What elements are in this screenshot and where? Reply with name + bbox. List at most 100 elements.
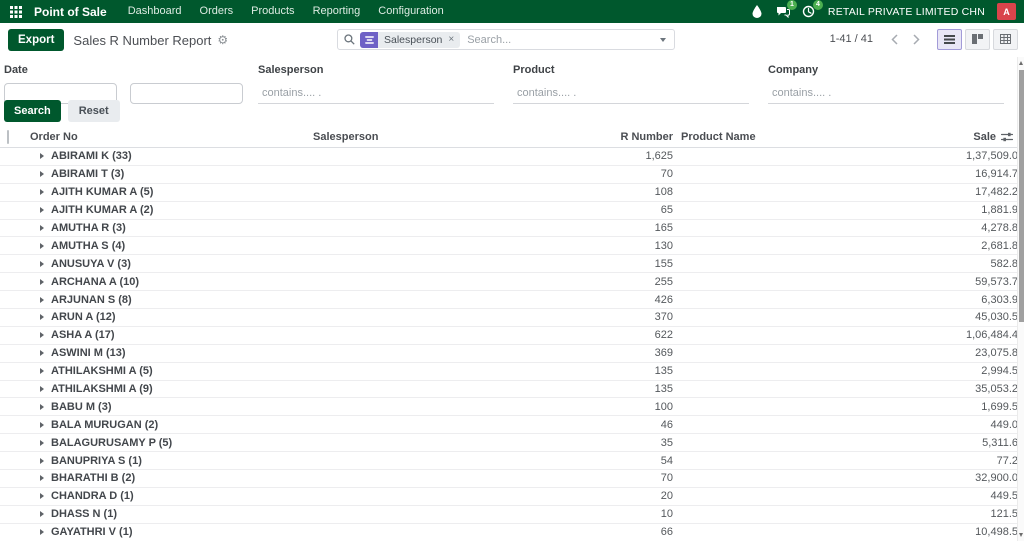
company-input[interactable] xyxy=(768,83,1004,104)
expand-caret-icon[interactable] xyxy=(40,386,44,393)
company-switcher[interactable]: RETAIL PRIVATE LIMITED CHN xyxy=(828,6,985,18)
expand-caret-icon[interactable] xyxy=(40,457,44,464)
menu-configuration[interactable]: Configuration xyxy=(369,0,452,23)
expand-caret-icon[interactable] xyxy=(40,332,44,339)
app-name[interactable]: Point of Sale xyxy=(26,5,119,19)
menu-products[interactable]: Products xyxy=(242,0,303,23)
column-salesperson[interactable]: Salesperson xyxy=(313,131,513,143)
expand-caret-icon[interactable] xyxy=(40,153,44,160)
select-all-checkbox[interactable] xyxy=(7,129,9,144)
table-row[interactable]: BHARATHI B (2) 70 32,900.0 xyxy=(0,470,1024,488)
pivot-view-button[interactable] xyxy=(993,28,1018,50)
expand-caret-icon[interactable] xyxy=(40,225,44,231)
expand-caret-icon[interactable] xyxy=(40,278,44,285)
messages-badge: 1 xyxy=(786,0,797,10)
filter-product: Product xyxy=(513,64,749,104)
group-name: BANUPRIYA S (1) xyxy=(51,454,142,467)
expand-caret-icon[interactable] xyxy=(40,171,44,178)
table-row[interactable]: ARJUNAN S (8) 426 6,303.9 xyxy=(0,291,1024,310)
search-input[interactable]: Search... xyxy=(467,34,652,46)
menu-reporting[interactable]: Reporting xyxy=(304,0,370,23)
group-name: BHARATHI B (2) xyxy=(51,472,136,485)
column-sale[interactable]: Sale xyxy=(973,131,996,143)
expand-caret-icon[interactable] xyxy=(40,189,44,196)
expand-caret-icon[interactable] xyxy=(40,493,44,500)
group-r-number: 135 xyxy=(654,383,673,396)
expand-caret-icon[interactable] xyxy=(40,439,44,446)
group-name: ARCHANA A (10) xyxy=(51,275,139,288)
group-sale: 17,482.2 xyxy=(975,186,1018,199)
vertical-scrollbar[interactable] xyxy=(1017,57,1024,541)
table-row[interactable]: AMUTHA S (4) 130 2,681.8 xyxy=(0,237,1024,256)
apps-grid-icon[interactable] xyxy=(6,0,26,23)
expand-caret-icon[interactable] xyxy=(40,207,44,214)
menu-orders[interactable]: Orders xyxy=(191,0,243,23)
droplet-icon[interactable] xyxy=(750,5,764,19)
expand-caret-icon[interactable] xyxy=(40,475,44,482)
messages-icon[interactable]: 1 xyxy=(776,0,797,19)
menu-dashboard[interactable]: Dashboard xyxy=(119,0,191,23)
date-to-input[interactable] xyxy=(130,83,244,104)
adjust-columns-icon[interactable] xyxy=(1001,132,1013,142)
table-row[interactable]: AMUTHA R (3) 165 4,278.8 xyxy=(0,219,1024,238)
group-sale: 45,030.5 xyxy=(975,311,1018,324)
export-button[interactable]: Export xyxy=(8,29,65,51)
table-row[interactable]: ARUN A (12) 370 45,030.5 xyxy=(0,309,1024,327)
group-name: BALA MURUGAN (2) xyxy=(51,418,159,431)
table-row[interactable]: ASHA A (17) 622 1,06,484.4 xyxy=(0,326,1024,345)
expand-caret-icon[interactable] xyxy=(40,242,44,249)
gear-icon[interactable]: ⚙ xyxy=(217,33,228,47)
table-row[interactable]: GAYATHRI V (1) 66 10,498.5 xyxy=(0,523,1024,541)
scroll-up-arrow-icon[interactable] xyxy=(1019,61,1023,65)
table-row[interactable]: BALAGURUSAMY P (5) 35 5,311.6 xyxy=(0,434,1024,453)
user-avatar[interactable]: A xyxy=(997,3,1016,20)
expand-caret-icon[interactable] xyxy=(40,511,44,518)
table-row[interactable]: ARCHANA A (10) 255 59,573.7 xyxy=(0,273,1024,292)
table-row[interactable]: BANUPRIYA S (1) 54 77.2 xyxy=(0,452,1024,471)
search-button[interactable]: Search xyxy=(4,100,61,122)
expand-caret-icon[interactable] xyxy=(40,368,44,375)
scrollbar-thumb[interactable] xyxy=(1019,70,1024,322)
filter-panel: Date Salesperson Product Company Search … xyxy=(0,57,1024,126)
list-view-button[interactable] xyxy=(937,28,962,50)
group-sale: 1,06,484.4 xyxy=(966,329,1018,342)
group-r-number: 35 xyxy=(660,436,673,449)
table-row[interactable]: DHASS N (1) 10 121.5 xyxy=(0,505,1024,524)
group-sale: 10,498.5 xyxy=(975,526,1018,539)
column-r-number[interactable]: R Number xyxy=(513,131,673,143)
pager-previous-button[interactable] xyxy=(883,28,905,50)
expand-caret-icon[interactable] xyxy=(40,260,44,267)
salesperson-input[interactable] xyxy=(258,83,494,104)
table-row[interactable]: ABIRAMI K (33) 1,625 1,37,509.0 xyxy=(0,148,1024,166)
group-name: CHANDRA D (1) xyxy=(51,490,134,503)
table-row[interactable]: ASWINI M (13) 369 23,075.8 xyxy=(0,344,1024,363)
expand-caret-icon[interactable] xyxy=(40,529,44,536)
table-row[interactable]: AJITH KUMAR A (2) 65 1,881.9 xyxy=(0,201,1024,220)
expand-caret-icon[interactable] xyxy=(40,314,44,321)
groupby-facet[interactable]: Salesperson × xyxy=(360,31,461,48)
expand-caret-icon[interactable] xyxy=(40,421,44,428)
table-row[interactable]: BABU M (3) 100 1,699.5 xyxy=(0,398,1024,417)
table-row[interactable]: BALA MURUGAN (2) 46 449.0 xyxy=(0,416,1024,435)
expand-caret-icon[interactable] xyxy=(40,403,44,410)
expand-caret-icon[interactable] xyxy=(40,296,44,303)
column-product-name[interactable]: Product Name xyxy=(673,131,853,143)
reset-button[interactable]: Reset xyxy=(67,100,120,122)
facet-remove-icon[interactable]: × xyxy=(447,34,460,45)
table-row[interactable]: CHANDRA D (1) 20 449.5 xyxy=(0,487,1024,506)
table-row[interactable]: ABIRAMI T (3) 70 16,914.7 xyxy=(0,165,1024,184)
table-row[interactable]: ANUSUYA V (3) 155 582.8 xyxy=(0,255,1024,274)
group-name: DHASS N (1) xyxy=(51,508,118,521)
table-row[interactable]: ATHILAKSHMI A (9) 135 35,053.2 xyxy=(0,380,1024,399)
search-dropdown-toggle[interactable] xyxy=(652,30,674,49)
pager-next-button[interactable] xyxy=(905,28,927,50)
column-order-no[interactable]: Order No xyxy=(30,131,313,143)
table-row[interactable]: AJITH KUMAR A (5) 108 17,482.2 xyxy=(0,183,1024,202)
scroll-down-arrow-icon[interactable] xyxy=(1019,533,1023,537)
product-input[interactable] xyxy=(513,83,749,104)
search-bar[interactable]: Salesperson × Search... xyxy=(337,29,675,50)
expand-caret-icon[interactable] xyxy=(40,350,44,357)
activities-icon[interactable]: 4 xyxy=(802,0,823,19)
table-row[interactable]: ATHILAKSHMI A (5) 135 2,994.5 xyxy=(0,362,1024,381)
kanban-view-button[interactable] xyxy=(965,28,990,50)
